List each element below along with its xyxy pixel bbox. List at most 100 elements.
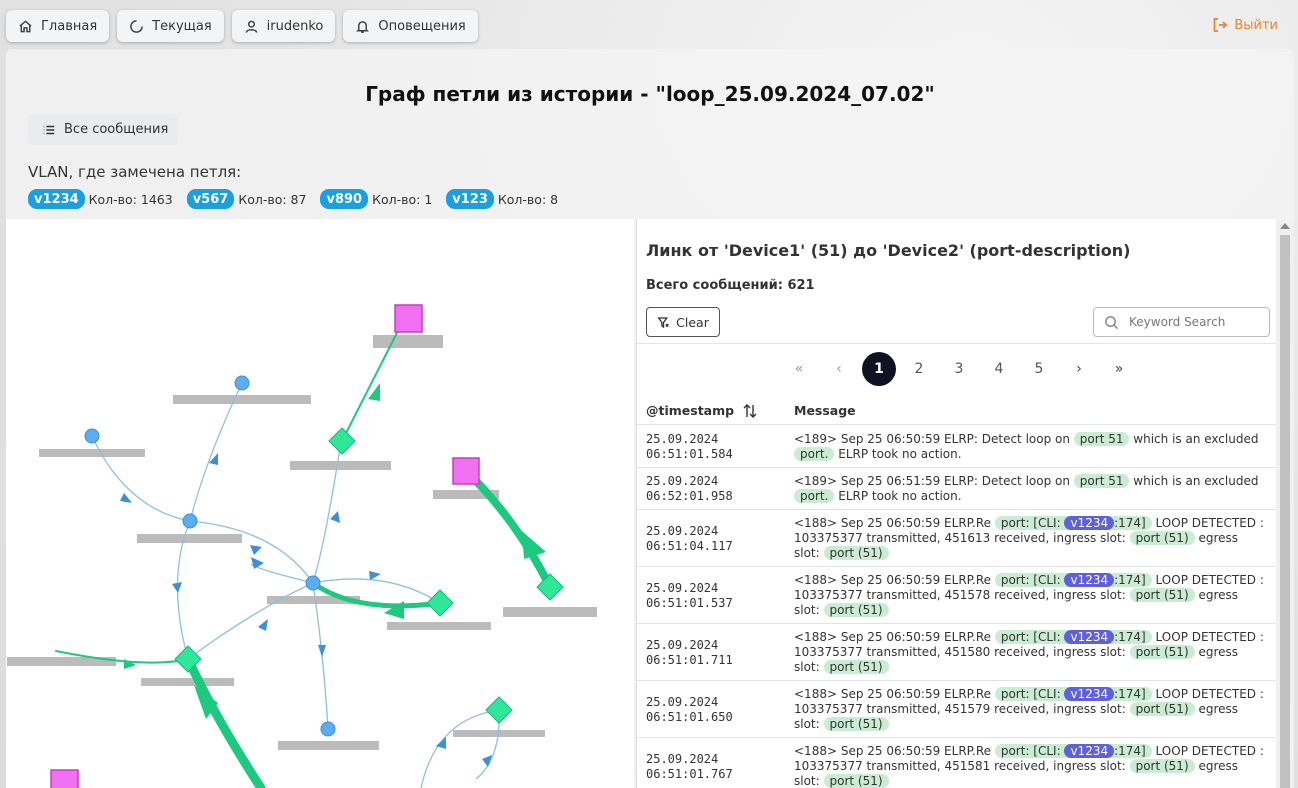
- node-square: [50, 769, 79, 788]
- vlan-tag: v1234: [28, 189, 85, 209]
- cli-text: port: [CLI:: [1000, 630, 1065, 644]
- node-labels: [7, 335, 597, 750]
- timestamp-date: 25.09.2024: [646, 752, 719, 766]
- link-title: Линк от 'Device1' (51) до 'Device2' (por…: [646, 241, 1131, 260]
- vlan-tag: v567: [186, 189, 235, 209]
- first-page-button[interactable]: «: [782, 352, 816, 386]
- current-button-label: Текущая: [152, 18, 212, 34]
- node-label-bar: [387, 622, 491, 630]
- table-row[interactable]: 25.09.2024 06:51:01.537 <188> Sep 25 06:50…: [637, 567, 1277, 624]
- vlan-item[interactable]: v123 Кол-во: 8: [446, 189, 558, 209]
- message-cell: <188> Sep 25 06:50:59 ELRP.Re port: [CLI…: [794, 687, 1264, 732]
- current-button[interactable]: Текущая: [117, 10, 224, 42]
- strong-edges: [55, 318, 554, 788]
- prev-page-button[interactable]: ‹: [822, 352, 856, 386]
- clear-label: Clear: [676, 314, 709, 330]
- page-button[interactable]: 1: [862, 352, 896, 386]
- vlan-count: Кол-во: 8: [497, 191, 559, 207]
- page-button[interactable]: 5: [1022, 352, 1056, 386]
- timestamp-cell: 25.09.2024 06:51:01.711: [646, 638, 733, 668]
- graph-edge: [250, 563, 314, 584]
- vlan-label: VLAN, где замечена петля:: [28, 163, 242, 181]
- egress-chip: port (51): [823, 717, 889, 731]
- timestamp-cell: 25.09.2024 06:51:01.537: [646, 581, 733, 611]
- cli-chip: port: [CLI: v1234:174]: [994, 573, 1152, 587]
- next-page-button[interactable]: ›: [1062, 352, 1096, 386]
- arrow-marker: [369, 571, 381, 580]
- all-messages-button[interactable]: Все сообщения: [28, 114, 178, 145]
- scroll-up-icon[interactable]: [1280, 223, 1290, 229]
- table-header: @timestamp Message: [637, 395, 1277, 425]
- egress-chip: port (51): [823, 774, 889, 788]
- timestamp-date: 25.09.2024: [646, 581, 719, 595]
- message-text: <188> Sep 25 06:50:59 ELRP.Re: [794, 630, 995, 644]
- vlan-item[interactable]: v567 Кол-во: 87: [186, 189, 306, 209]
- main-panel: Граф петли из истории - "loop_25.09.2024…: [6, 49, 1294, 788]
- port-chip: port.: [794, 447, 835, 461]
- page-button[interactable]: 3: [942, 352, 976, 386]
- cli-text: :174]: [1114, 630, 1146, 644]
- bell-icon: [356, 20, 370, 33]
- timestamp-column-header[interactable]: @timestamp: [646, 403, 758, 418]
- vlan-list: v1234 Кол-во: 1463 v567 Кол-во: 87 v890 …: [28, 189, 558, 209]
- node-label-bar: [373, 335, 443, 348]
- timestamp-date: 25.09.2024: [646, 432, 719, 446]
- timestamp-cell: 25.09.2024 06:51:04.117: [646, 524, 733, 554]
- node-label-bar: [39, 449, 145, 457]
- logout-icon: [1213, 18, 1228, 32]
- alerts-button[interactable]: Оповещения: [343, 10, 478, 42]
- vlan-chip: v1234: [1064, 573, 1115, 587]
- clear-filter-button[interactable]: Clear: [646, 307, 720, 337]
- last-page-button[interactable]: »: [1102, 352, 1136, 386]
- cli-text: :174]: [1114, 516, 1146, 530]
- timestamp-date: 25.09.2024: [646, 524, 719, 538]
- timestamp-cell: 25.09.2024 06:52:01.958: [646, 474, 733, 504]
- vlan-item[interactable]: v1234 Кол-во: 1463: [28, 189, 173, 209]
- table-row[interactable]: 25.09.2024 06:51:01.711 <188> Sep 25 06:50…: [637, 624, 1277, 681]
- filter-clear-icon: [657, 316, 669, 328]
- node-label-bar: [173, 395, 311, 404]
- page-button[interactable]: 2: [902, 352, 936, 386]
- arrow-marker: [522, 531, 546, 559]
- message-text: <188> Sep 25 06:50:59 ELRP.Re: [794, 516, 995, 530]
- graph-edge-strong: [462, 467, 554, 591]
- graph-nodes[interactable]: [50, 304, 564, 788]
- graph-edge: [91, 435, 191, 522]
- arrow-marker: [330, 511, 340, 523]
- message-text: <188> Sep 25 06:50:59 ELRP.Re: [794, 744, 995, 758]
- vlan-count: Кол-во: 1463: [88, 191, 173, 207]
- home-button[interactable]: Главная: [6, 10, 110, 42]
- user-button[interactable]: irudenko: [231, 10, 336, 42]
- table-row[interactable]: 25.09.2024 06:51:04.117 <188> Sep 25 06:50…: [637, 510, 1277, 567]
- node-diamond: [426, 589, 454, 617]
- timestamp-date: 25.09.2024: [646, 695, 719, 709]
- table-row[interactable]: 25.09.2024 06:51:01.584 <189> Sep 25 06:50…: [637, 426, 1277, 468]
- table-row[interactable]: 25.09.2024 06:51:01.650 <188> Sep 25 06:50…: [637, 681, 1277, 738]
- scrollbar[interactable]: [1276, 219, 1294, 788]
- home-icon: [19, 19, 32, 32]
- timestamp-cell: 25.09.2024 06:51:01.650: [646, 695, 733, 725]
- vlan-chip: v1234: [1064, 516, 1115, 530]
- loop-graph[interactable]: [6, 219, 634, 788]
- keyword-search-input[interactable]: [1129, 315, 1259, 329]
- graph-edge: [187, 582, 314, 660]
- keyword-search[interactable]: [1093, 307, 1270, 337]
- scrollbar-thumb[interactable]: [1280, 235, 1290, 788]
- cli-chip: port: [CLI: v1234:174]: [994, 516, 1152, 530]
- node-circle: [182, 513, 198, 529]
- message-text: <189> Sep 25 06:51:59 ELRP: Detect loop …: [794, 474, 1074, 488]
- table-row[interactable]: 25.09.2024 06:51:01.767 <188> Sep 25 06:50…: [637, 738, 1277, 788]
- table-row[interactable]: 25.09.2024 06:52:01.958 <189> Sep 25 06:51…: [637, 468, 1277, 510]
- graph-canvas[interactable]: [6, 219, 634, 788]
- page-button[interactable]: 4: [982, 352, 1016, 386]
- cli-text: :174]: [1114, 744, 1146, 758]
- cli-chip: port: [CLI: v1234:174]: [994, 630, 1152, 644]
- vlan-item[interactable]: v890 Кол-во: 1: [320, 189, 432, 209]
- alerts-button-label: Оповещения: [378, 18, 466, 34]
- cli-chip: port: [CLI: v1234:174]: [994, 744, 1152, 758]
- message-text: ELRP took no action.: [834, 447, 962, 461]
- timestamp-time: 06:51:01.650: [646, 710, 733, 724]
- graph-edge: [189, 520, 314, 584]
- logout-link[interactable]: Выйти: [1212, 17, 1278, 33]
- arrow-marker: [250, 545, 262, 555]
